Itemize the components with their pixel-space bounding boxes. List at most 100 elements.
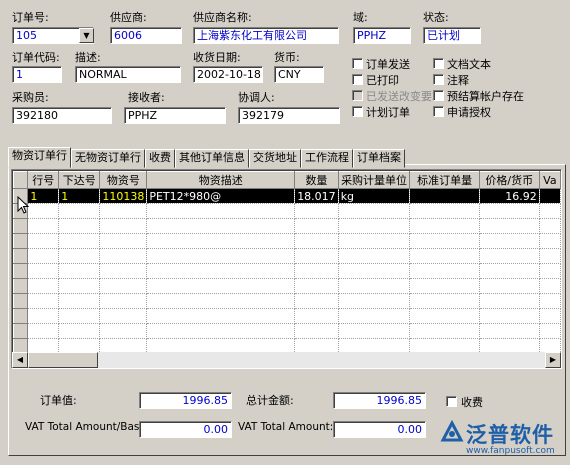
table-cell[interactable] (58, 293, 101, 309)
table-cell[interactable] (99, 308, 148, 324)
table-cell[interactable] (294, 278, 339, 294)
table-row[interactable]: 1 1 110138 PET12*980@ 18.017 kg 16.92 (12, 188, 561, 204)
table-cell[interactable] (294, 263, 339, 279)
table-row[interactable] (12, 308, 561, 324)
table-cell[interactable] (338, 218, 411, 234)
table-cell[interactable] (99, 293, 148, 309)
table-cell[interactable] (409, 203, 480, 219)
table-cell[interactable] (479, 218, 540, 234)
table-cell[interactable] (338, 233, 411, 249)
table-cell[interactable] (539, 323, 561, 339)
table-cell[interactable] (146, 218, 296, 234)
row-header[interactable] (12, 308, 29, 324)
table-cell[interactable] (99, 248, 148, 264)
order-no-dropdown-button[interactable]: ▼ (79, 28, 94, 43)
column-header-purchase-uom[interactable]: 采购计量单位 (337, 171, 411, 189)
table-cell[interactable] (146, 248, 296, 264)
table-cell[interactable] (58, 203, 101, 219)
prepay-account-checkbox[interactable] (433, 90, 444, 101)
tab-charges[interactable]: 收费 (145, 149, 175, 168)
table-row[interactable] (12, 203, 561, 219)
cell-purchase-uom[interactable]: kg (338, 188, 411, 204)
table-cell[interactable] (146, 278, 296, 294)
comment-checkbox[interactable] (433, 74, 444, 85)
scroll-left-button[interactable]: ◀ (12, 352, 28, 368)
total-amount-field[interactable]: 1996.85 (333, 392, 426, 409)
table-cell[interactable] (146, 323, 296, 339)
request-authorization-checkbox[interactable] (433, 106, 444, 117)
table-cell[interactable] (294, 233, 339, 249)
table-cell[interactable] (294, 293, 339, 309)
table-cell[interactable] (294, 203, 339, 219)
cell-quantity[interactable]: 18.017 (294, 188, 339, 204)
planned-order-checkbox[interactable] (352, 106, 363, 117)
order-sent-checkbox[interactable] (352, 58, 363, 69)
row-header[interactable] (12, 323, 29, 339)
cell-material-desc[interactable]: PET12*980@ (146, 188, 296, 204)
cell-price-currency[interactable]: 16.92 (479, 188, 540, 204)
table-row[interactable] (12, 248, 561, 264)
table-cell[interactable] (27, 203, 60, 219)
table-cell[interactable] (479, 308, 540, 324)
column-header-material-desc[interactable]: 物资描述 (146, 171, 296, 189)
document-text-checkbox[interactable] (433, 58, 444, 69)
row-header[interactable] (12, 263, 29, 279)
table-cell[interactable] (99, 263, 148, 279)
order-lines-grid[interactable]: 行号 下达号 物资号 物资描述 数量 采购计量单位 标准订单量 价格/货币 Va… (11, 169, 562, 369)
row-header[interactable] (12, 293, 29, 309)
table-cell[interactable] (539, 233, 561, 249)
tab-delivery-address[interactable]: 交货地址 (249, 149, 301, 168)
table-row[interactable] (12, 293, 561, 309)
table-cell[interactable] (539, 248, 561, 264)
table-cell[interactable] (99, 218, 148, 234)
table-cell[interactable] (27, 218, 60, 234)
currency-field[interactable]: CNY (274, 66, 324, 83)
row-header[interactable] (12, 248, 29, 264)
table-cell[interactable] (539, 308, 561, 324)
table-cell[interactable] (539, 293, 561, 309)
table-cell[interactable] (27, 248, 60, 264)
cell-standard-order-qty[interactable] (409, 188, 480, 204)
table-cell[interactable] (146, 293, 296, 309)
buyer-field[interactable]: 392180 (12, 107, 112, 124)
table-cell[interactable] (27, 233, 60, 249)
column-header-price-currency[interactable]: 价格/货币 (478, 171, 540, 189)
table-cell[interactable] (409, 233, 480, 249)
tab-workflow[interactable]: 工作流程 (301, 149, 353, 168)
table-cell[interactable] (409, 218, 480, 234)
table-cell[interactable] (294, 308, 339, 324)
table-cell[interactable] (146, 263, 296, 279)
table-cell[interactable] (479, 278, 540, 294)
tab-order-archive[interactable]: 订单档案 (353, 149, 405, 168)
row-header[interactable] (12, 218, 29, 234)
table-row[interactable] (12, 263, 561, 279)
order-value-field[interactable]: 1996.85 (139, 392, 232, 409)
table-cell[interactable] (27, 278, 60, 294)
row-header[interactable] (12, 278, 29, 294)
table-cell[interactable] (58, 323, 101, 339)
horizontal-scrollbar[interactable]: ◀ ▶ (12, 352, 561, 368)
table-cell[interactable] (338, 203, 411, 219)
table-cell[interactable] (479, 323, 540, 339)
receiver-field[interactable]: PPHZ (124, 107, 226, 124)
table-cell[interactable] (409, 248, 480, 264)
column-header-quantity[interactable]: 数量 (294, 171, 339, 189)
table-cell[interactable] (146, 203, 296, 219)
order-code-field[interactable]: 1 (12, 66, 62, 83)
table-cell[interactable] (409, 308, 480, 324)
table-cell[interactable] (479, 263, 540, 279)
table-cell[interactable] (58, 263, 101, 279)
table-cell[interactable] (99, 278, 148, 294)
tab-non-material-lines[interactable]: 无物资订单行 (71, 149, 145, 168)
table-cell[interactable] (58, 218, 101, 234)
table-cell[interactable] (409, 323, 480, 339)
table-cell[interactable] (479, 233, 540, 249)
table-cell[interactable] (27, 263, 60, 279)
tab-other-order-info[interactable]: 其他订单信息 (175, 149, 249, 168)
scroll-right-button[interactable]: ▶ (545, 352, 561, 368)
table-cell[interactable] (338, 248, 411, 264)
charge-checkbox[interactable] (446, 396, 457, 407)
table-cell[interactable] (27, 308, 60, 324)
coordinator-field[interactable]: 392179 (238, 107, 340, 124)
table-cell[interactable] (146, 233, 296, 249)
